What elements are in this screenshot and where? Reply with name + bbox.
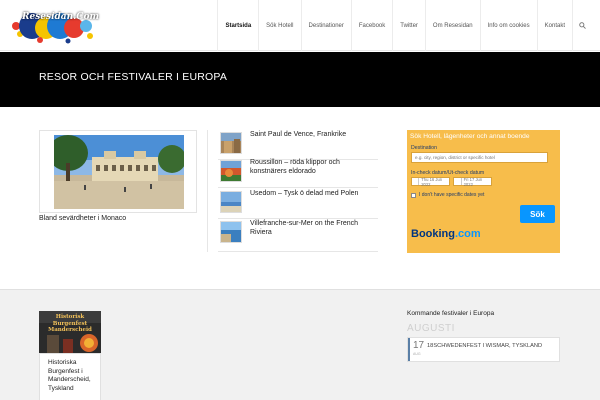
nav-facebook[interactable]: Facebook	[350, 0, 392, 51]
article-title[interactable]: Roussillon – röda klippor och konstnärer…	[250, 158, 378, 176]
article-title[interactable]: Saint Paul de Vence, Frankrike	[250, 130, 378, 139]
list-item[interactable]: Saint Paul de Vence, Frankrike	[218, 130, 378, 160]
nav-kontakt[interactable]: Kontakt	[536, 0, 572, 51]
nav-om-resesidan[interactable]: Om Resesidan	[424, 0, 480, 51]
nav-info-om-cookies[interactable]: Info om cookies	[479, 0, 537, 51]
nav-sok-hotell[interactable]: Sök Hotell	[258, 0, 300, 51]
featured-post[interactable]	[39, 130, 197, 213]
footer-widgets: Historisk Burgenfest Manderscheid Histor…	[0, 289, 600, 400]
article-thumbnail[interactable]	[220, 191, 242, 213]
main-nav: Startsida Sök Hotell Destinationer Faceb…	[217, 0, 592, 51]
festival-title[interactable]: Historiska Burgenfest i Manderscheid, Ty…	[48, 359, 100, 393]
calendar-icon	[412, 178, 420, 185]
booking-brand-suffix: .com	[455, 228, 481, 240]
article-thumbnail[interactable]	[220, 221, 242, 243]
list-item[interactable]: Roussillon – röda klippor och konstnärer…	[218, 158, 378, 188]
checkin-field[interactable]: Thu 16 Jun 2022	[411, 176, 450, 187]
event-accent-bar	[408, 338, 410, 361]
column-divider	[207, 130, 208, 252]
nav-startsida[interactable]: Startsida	[217, 0, 258, 51]
festival-image[interactable]: Historisk Burgenfest Manderscheid	[39, 311, 101, 353]
article-thumbnail[interactable]	[220, 132, 242, 154]
upcoming-month: AUGUSTI	[407, 323, 455, 334]
booking-widget: Sök Hotell, lägenheter och annat boende …	[407, 130, 560, 253]
no-dates-label: I don't have specific dates yet	[419, 192, 485, 198]
booking-heading: Sök Hotell, lägenheter och annat boende	[410, 133, 530, 140]
upcoming-title: Kommande festivaler i Europa	[407, 310, 495, 317]
logo-text: Resesidan.Com	[22, 12, 99, 22]
nav-destinationer[interactable]: Destinationer	[300, 0, 351, 51]
checkin-value: Thu 16 Jun 2022	[421, 176, 443, 187]
list-item[interactable]: Villefranche-sur-Mer on the French Rivie…	[218, 219, 378, 252]
event-month-abbr: AUG	[413, 352, 421, 356]
festival-card[interactable]: Historiska Burgenfest i Manderscheid, Ty…	[39, 353, 101, 400]
checkout-value: Fri 17 Jun 2022	[463, 176, 483, 187]
event-name[interactable]: 18SCHWEDENFEST I WISMAR, TYSKLAND	[427, 343, 542, 349]
upcoming-event[interactable]: 17 AUG 18SCHWEDENFEST I WISMAR, TYSKLAND	[407, 337, 560, 362]
event-day: 17	[413, 340, 425, 351]
title-band: RESOR OCH FESTIVALER I EUROPA	[0, 52, 600, 107]
search-hotels-button[interactable]: Sök	[520, 205, 555, 223]
article-thumbnail[interactable]	[220, 160, 242, 182]
calendar-icon	[454, 178, 462, 185]
destination-input[interactable]	[411, 152, 548, 163]
list-item[interactable]: Usedom – Tysk ö delad med Polen	[218, 189, 378, 219]
destination-label: Destination	[411, 145, 437, 151]
article-title[interactable]: Villefranche-sur-Mer on the French Rivie…	[250, 219, 378, 237]
site-header: Resesidan.Com Startsida Sök Hotell Desti…	[0, 0, 600, 51]
site-logo[interactable]: Resesidan.Com	[10, 4, 99, 44]
featured-caption[interactable]: Bland sevärdheter i Monaco	[39, 215, 126, 222]
dates-label: In-check datum/Ut-check datum	[411, 170, 485, 176]
nav-twitter[interactable]: Twitter	[392, 0, 425, 51]
article-title[interactable]: Usedom – Tysk ö delad med Polen	[250, 189, 378, 198]
booking-logo[interactable]: Booking.com	[411, 228, 481, 240]
checkout-field[interactable]: Fri 17 Jun 2022	[453, 176, 492, 187]
festival-image-text: Historisk Burgenfest Manderscheid	[48, 314, 92, 333]
no-dates-checkbox[interactable]	[411, 192, 416, 198]
search-button[interactable]	[572, 0, 592, 51]
logo-graphic	[12, 13, 93, 44]
search-icon	[579, 22, 586, 29]
featured-image[interactable]	[54, 135, 184, 209]
booking-brand: Booking	[411, 228, 455, 240]
no-dates-option[interactable]: I don't have specific dates yet	[411, 192, 484, 198]
page-title: RESOR OCH FESTIVALER I EUROPA	[39, 71, 228, 83]
date-fields: Thu 16 Jun 2022 Fri 17 Jun 2022	[411, 176, 492, 187]
